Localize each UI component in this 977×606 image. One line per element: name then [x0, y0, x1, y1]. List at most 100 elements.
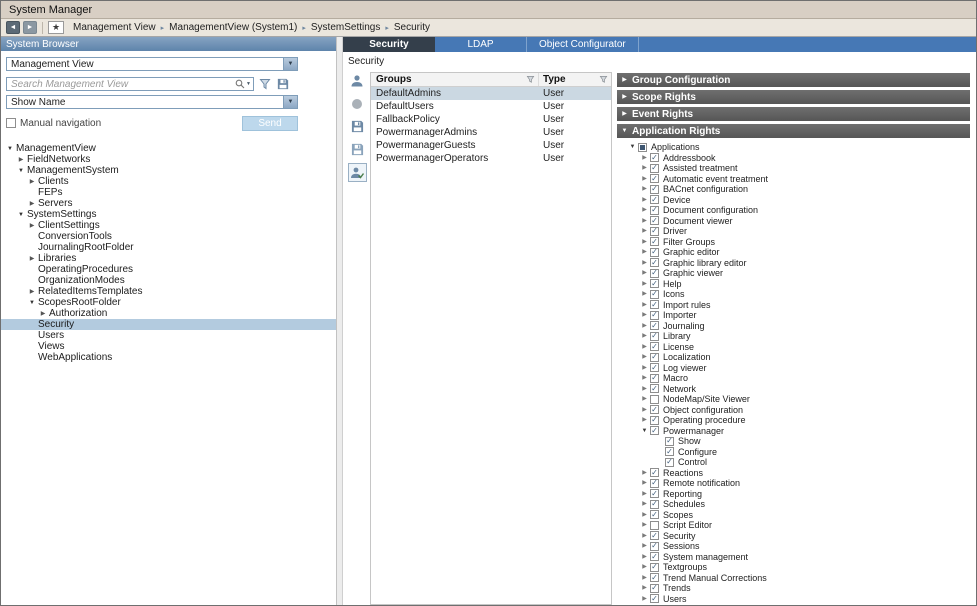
- app-item-users[interactable]: ▶✓Users: [617, 594, 970, 605]
- checkbox-graphic-editor[interactable]: ✓: [650, 248, 659, 257]
- tree-item-servers[interactable]: ▶Servers: [1, 198, 336, 209]
- group-row-powermanagerguests[interactable]: PowermanagerGuestsUser: [371, 139, 611, 152]
- checkbox-control[interactable]: ✓: [665, 458, 674, 467]
- app-item-filter-groups[interactable]: ▶✓Filter Groups: [617, 237, 970, 248]
- checkbox-system-management[interactable]: ✓: [650, 552, 659, 561]
- checkbox-document-configuration[interactable]: ✓: [650, 206, 659, 215]
- breadcrumb-item-systemsettings[interactable]: SystemSettings: [311, 22, 380, 33]
- app-item-trends[interactable]: ▶✓Trends: [617, 583, 970, 594]
- app-item-localization[interactable]: ▶✓Localization: [617, 352, 970, 363]
- section-header-group-configuration[interactable]: ▶Group Configuration: [617, 73, 970, 87]
- tree-item-conversiontools[interactable]: ConversionTools: [1, 231, 336, 242]
- checkbox-device[interactable]: ✓: [650, 195, 659, 204]
- group-row-defaultusers[interactable]: DefaultUsersUser: [371, 100, 611, 113]
- tree-item-users[interactable]: Users: [1, 330, 336, 341]
- back-button[interactable]: ◄: [6, 21, 20, 34]
- app-item-security[interactable]: ▶✓Security: [617, 531, 970, 542]
- expander-icon[interactable]: ▶: [639, 596, 650, 602]
- app-item-journaling[interactable]: ▶✓Journaling: [617, 321, 970, 332]
- expander-icon[interactable]: ▶: [38, 311, 48, 317]
- expander-icon[interactable]: ▶: [639, 323, 650, 329]
- tree-item-scopesrootfolder[interactable]: ▼ScopesRootFolder: [1, 297, 336, 308]
- checkbox-graphic-library-editor[interactable]: ✓: [650, 258, 659, 267]
- app-item-remote-notification[interactable]: ▶✓Remote notification: [617, 478, 970, 489]
- tree-item-organizationmodes[interactable]: OrganizationModes: [1, 275, 336, 286]
- expander-icon[interactable]: ▼: [16, 168, 26, 174]
- tree-item-operatingprocedures[interactable]: OperatingProcedures: [1, 264, 336, 275]
- checkbox-operating-procedure[interactable]: ✓: [650, 416, 659, 425]
- checkbox-automatic-event-treatment[interactable]: ✓: [650, 174, 659, 183]
- app-item-scopes[interactable]: ▶✓Scopes: [617, 510, 970, 521]
- expander-icon[interactable]: ▶: [639, 260, 650, 266]
- breadcrumb-item-managementview-system1[interactable]: ManagementView (System1): [169, 22, 297, 33]
- expander-icon[interactable]: ▶: [639, 249, 650, 255]
- tree-item-clientsettings[interactable]: ▶ClientSettings: [1, 220, 336, 231]
- expander-icon[interactable]: ▶: [27, 256, 37, 262]
- chevron-down-icon[interactable]: ▼: [283, 96, 297, 108]
- app-subitem-configure[interactable]: ✓Configure: [617, 447, 970, 458]
- app-item-trend-manual-corrections[interactable]: ▶✓Trend Manual Corrections: [617, 573, 970, 584]
- group-row-fallbackpolicy[interactable]: FallbackPolicyUser: [371, 113, 611, 126]
- group-row-powermanageroperators[interactable]: PowermanagerOperatorsUser: [371, 152, 611, 165]
- app-item-reactions[interactable]: ▶✓Reactions: [617, 468, 970, 479]
- app-item-log-viewer[interactable]: ▶✓Log viewer: [617, 363, 970, 374]
- save-as-button[interactable]: [348, 140, 367, 159]
- expander-icon[interactable]: ▶: [639, 522, 650, 528]
- checkbox-trend-manual-corrections[interactable]: ✓: [650, 573, 659, 582]
- favorites-button[interactable]: ★: [48, 21, 64, 34]
- app-item-document-configuration[interactable]: ▶✓Document configuration: [617, 205, 970, 216]
- checkbox-document-viewer[interactable]: ✓: [650, 216, 659, 225]
- checkbox-schedules[interactable]: ✓: [650, 500, 659, 509]
- app-subitem-control[interactable]: ✓Control: [617, 457, 970, 468]
- expander-icon[interactable]: ▶: [639, 491, 650, 497]
- expander-icon[interactable]: ▶: [16, 157, 26, 163]
- app-item-reporting[interactable]: ▶✓Reporting: [617, 489, 970, 500]
- checkbox-users[interactable]: ✓: [650, 594, 659, 603]
- app-item-addressbook[interactable]: ▶✓Addressbook: [617, 153, 970, 164]
- app-item-graphic-library-editor[interactable]: ▶✓Graphic library editor: [617, 258, 970, 269]
- expander-icon[interactable]: ▶: [639, 344, 650, 350]
- checkbox-import-rules[interactable]: ✓: [650, 300, 659, 309]
- app-item-library[interactable]: ▶✓Library: [617, 331, 970, 342]
- app-item-network[interactable]: ▶✓Network: [617, 384, 970, 395]
- app-item-device[interactable]: ▶✓Device: [617, 195, 970, 206]
- groups-filter-button[interactable]: [526, 75, 535, 84]
- expander-icon[interactable]: ▶: [639, 165, 650, 171]
- search-options-chevron-icon[interactable]: ▼: [246, 81, 251, 87]
- app-item-system-management[interactable]: ▶✓System management: [617, 552, 970, 563]
- checkbox-license[interactable]: ✓: [650, 342, 659, 351]
- expander-icon[interactable]: ▶: [639, 354, 650, 360]
- expander-icon[interactable]: ▶: [639, 207, 650, 213]
- checkbox-applications[interactable]: [638, 143, 647, 152]
- expander-icon[interactable]: ▶: [639, 186, 650, 192]
- add-group-button[interactable]: [348, 71, 367, 90]
- expander-icon[interactable]: ▼: [5, 146, 15, 152]
- checkbox-graphic-viewer[interactable]: ✓: [650, 269, 659, 278]
- expander-icon[interactable]: ▶: [639, 302, 650, 308]
- app-item-operating-procedure[interactable]: ▶✓Operating procedure: [617, 415, 970, 426]
- checkbox-sessions[interactable]: ✓: [650, 542, 659, 551]
- expander-icon[interactable]: ▼: [27, 300, 37, 306]
- expander-icon[interactable]: ▼: [639, 428, 650, 434]
- display-mode-selector[interactable]: Show Name ▼: [6, 95, 298, 109]
- tree-item-webapplications[interactable]: WebApplications: [1, 352, 336, 363]
- expander-icon[interactable]: ▶: [639, 512, 650, 518]
- tree-item-managementview[interactable]: ▼ManagementView: [1, 143, 336, 154]
- app-item-document-viewer[interactable]: ▶✓Document viewer: [617, 216, 970, 227]
- checkbox-scopes[interactable]: ✓: [650, 510, 659, 519]
- type-column-header[interactable]: Type: [543, 74, 566, 85]
- expander-icon[interactable]: ▶: [639, 470, 650, 476]
- expander-icon[interactable]: ▶: [639, 291, 650, 297]
- delete-group-button[interactable]: [348, 94, 367, 113]
- checkbox-remote-notification[interactable]: ✓: [650, 479, 659, 488]
- expander-icon[interactable]: ▶: [639, 375, 650, 381]
- apply-user-rights-button[interactable]: [348, 163, 367, 182]
- type-filter-button[interactable]: [599, 75, 608, 84]
- send-button[interactable]: Send: [242, 116, 298, 131]
- tab-ldap[interactable]: LDAP: [435, 37, 527, 52]
- app-item-assisted-treatment[interactable]: ▶✓Assisted treatment: [617, 163, 970, 174]
- app-item-help[interactable]: ▶✓Help: [617, 279, 970, 290]
- app-item-icons[interactable]: ▶✓Icons: [617, 289, 970, 300]
- checkbox-bacnet-configuration[interactable]: ✓: [650, 185, 659, 194]
- checkbox-reactions[interactable]: ✓: [650, 468, 659, 477]
